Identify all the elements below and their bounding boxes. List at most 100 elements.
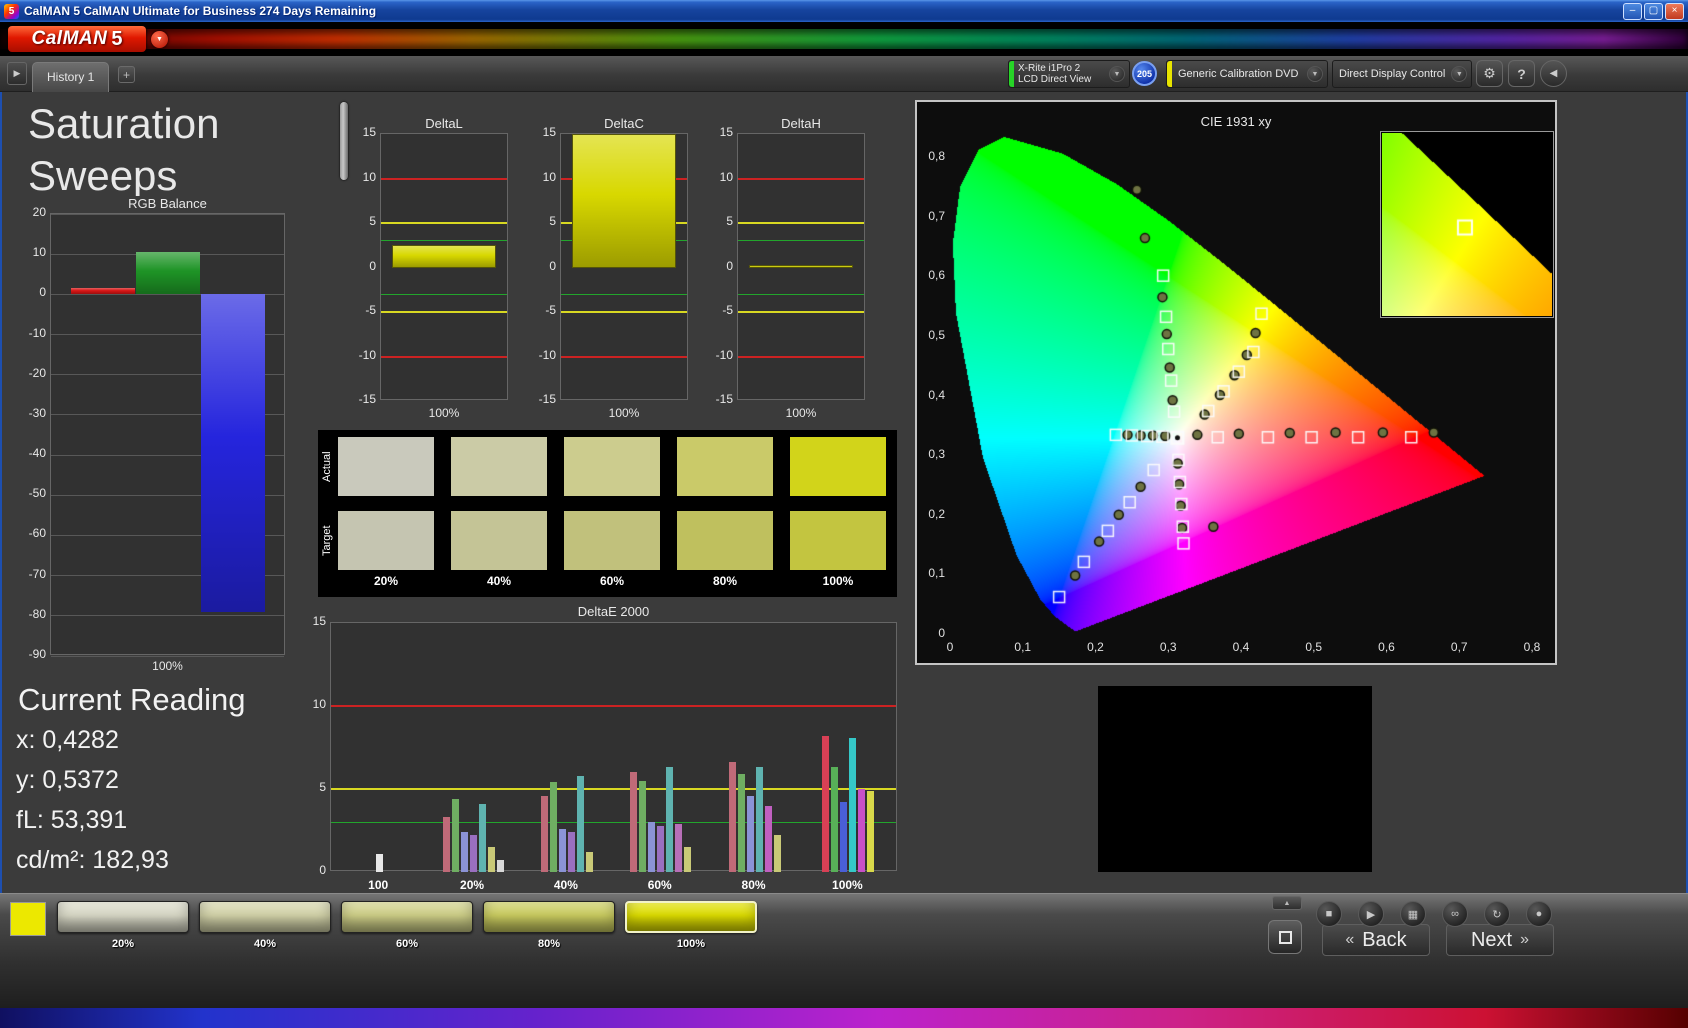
reference-line <box>561 311 687 313</box>
refresh-button[interactable]: ↻ <box>1484 901 1510 927</box>
swatch-column-label: 100% <box>822 574 854 588</box>
restore-button[interactable]: ▢ <box>1644 2 1663 20</box>
x-tick-label: 100% <box>832 878 863 892</box>
reference-line <box>331 821 896 823</box>
deltae-bar <box>558 828 566 872</box>
logo-text: CalMAN <box>31 28 108 49</box>
target-swatch <box>790 511 886 570</box>
logo-menu-button[interactable]: ▼ <box>151 31 168 48</box>
y-tick-label: 15 <box>362 125 376 139</box>
y-tick-label: 0 <box>726 258 733 273</box>
record-button[interactable]: ● <box>1526 901 1552 927</box>
tab-history-1[interactable]: History 1 <box>32 62 110 92</box>
x-axis-label: 100% <box>785 406 817 420</box>
stop-pattern-button[interactable] <box>1268 920 1302 954</box>
x-tick-label: 0,6 <box>1378 640 1395 654</box>
swatch-column-label: 60% <box>599 574 625 588</box>
collapse-panel-button[interactable]: ◀ <box>1540 60 1567 87</box>
x-tick-label: 0,2 <box>1087 640 1104 654</box>
logo-number: 5 <box>111 27 123 50</box>
stop-button[interactable]: ■ <box>1316 901 1342 927</box>
vertical-scrollbar[interactable] <box>340 102 348 180</box>
pattern-button[interactable]: ▦ <box>1400 901 1426 927</box>
y-tick-label: 5 <box>319 780 326 794</box>
y-tick-label: -30 <box>28 405 46 420</box>
target-swatch <box>677 511 773 570</box>
nav-forward-button[interactable]: ▶ <box>7 62 27 85</box>
deltae-bar <box>648 822 656 872</box>
y-tick-label: -15 <box>358 392 376 406</box>
actual-row-label: Actual <box>321 451 333 483</box>
y-tick-label: -15 <box>538 392 556 406</box>
x-axis-label: 100% <box>428 406 460 420</box>
pattern-swatch-button[interactable] <box>57 901 189 933</box>
reference-line <box>331 788 896 790</box>
continuous-button[interactable]: ∞ <box>1442 901 1468 927</box>
play-button[interactable]: ▶ <box>1358 901 1384 927</box>
toolbar: ▶ History 1 + X-Rite i1Pro 2 LCD Direct … <box>0 56 1688 92</box>
cie-chart: CIE 1931 xy 0 0,1 0,2 0,3 0,4 0,5 0,6 0,7 0,8 0 0,… <box>915 100 1557 665</box>
calman-logo: CalMAN 5 <box>8 26 146 52</box>
x-tick-label: 0,8 <box>1523 640 1541 654</box>
deltah-chart: DeltaH 100% 15 10 5 0 -5 -10 -15 <box>709 110 869 430</box>
y-tick-label: -50 <box>28 486 46 501</box>
display-control-dropdown[interactable]: Direct Display Control ▼ <box>1332 60 1472 88</box>
close-button[interactable]: × <box>1665 2 1684 20</box>
minimize-button[interactable]: – <box>1623 2 1642 20</box>
reference-line <box>331 705 896 707</box>
y-tick-label: 0,7 <box>928 208 945 223</box>
stop-square-icon <box>1278 930 1292 944</box>
settings-button[interactable]: ⚙ <box>1476 60 1503 87</box>
delta-bar <box>749 264 853 268</box>
y-tick-label: 10 <box>32 245 46 260</box>
pattern-swatch-label: 80% <box>537 938 561 950</box>
reference-line <box>381 222 507 224</box>
pattern-swatch-label: 100% <box>676 938 706 950</box>
deltae-bar <box>639 780 647 872</box>
y-tick-label: 5 <box>369 214 376 228</box>
y-tick-label: 5 <box>726 214 733 228</box>
back-button[interactable]: « Back <box>1322 924 1430 956</box>
reference-line <box>738 177 864 180</box>
reading-y: y: 0,5372 <box>16 766 119 794</box>
next-button[interactable]: Next » <box>1446 924 1554 956</box>
swatch-column-labels: 20% 40% 60% 80% 100% <box>338 574 886 588</box>
actual-swatch <box>338 437 434 496</box>
chevron-down-icon[interactable]: ▼ <box>1451 66 1468 82</box>
pattern-swatch-button[interactable] <box>199 901 331 933</box>
pattern-swatch-button[interactable] <box>483 901 615 933</box>
reference-line <box>381 240 507 242</box>
pattern-swatch-button[interactable] <box>341 901 473 933</box>
window-title: CalMAN 5 CalMAN Ultimate for Business 27… <box>24 4 377 18</box>
chevron-down-icon[interactable]: ▼ <box>1307 66 1323 82</box>
reference-line <box>561 355 687 358</box>
deltae-bar <box>867 790 875 872</box>
x-tick-label: 20% <box>460 878 485 892</box>
source-dropdown[interactable]: Generic Calibration DVD ▼ <box>1166 60 1328 88</box>
actual-swatch <box>677 437 773 496</box>
cie-zoom-inset <box>1380 131 1554 318</box>
chart-title: CIE 1931 xy <box>1200 114 1272 129</box>
panel-expand-button[interactable]: ▲ <box>1272 896 1302 910</box>
add-tab-button[interactable]: + <box>118 66 135 83</box>
target-swatch <box>451 511 547 570</box>
x-tick-label: 100 <box>368 878 389 892</box>
x-tick-label: 0,1 <box>1014 640 1032 654</box>
deltal-plot <box>380 133 508 400</box>
pattern-swatch-button[interactable] <box>625 901 757 933</box>
help-button[interactable]: ? <box>1508 60 1535 87</box>
y-tick-label: -5 <box>365 303 376 317</box>
deltae-bar <box>487 847 495 872</box>
red-bar <box>71 288 135 295</box>
actual-swatch <box>790 437 886 496</box>
x-tick-label: 0 <box>946 640 954 654</box>
y-tick-label: -10 <box>715 347 733 362</box>
meter-dropdown[interactable]: X-Rite i1Pro 2 LCD Direct View ▼ <box>1008 60 1130 88</box>
deltac-chart: DeltaC 100% 15 10 5 0 -5 -10 -15 <box>532 110 692 430</box>
reference-line <box>738 222 864 224</box>
deltae-bar <box>585 852 593 872</box>
reference-line <box>738 311 864 313</box>
deltae-bar <box>773 835 781 872</box>
rainbow-strip <box>0 29 1688 49</box>
chevron-down-icon[interactable]: ▼ <box>1109 66 1125 82</box>
